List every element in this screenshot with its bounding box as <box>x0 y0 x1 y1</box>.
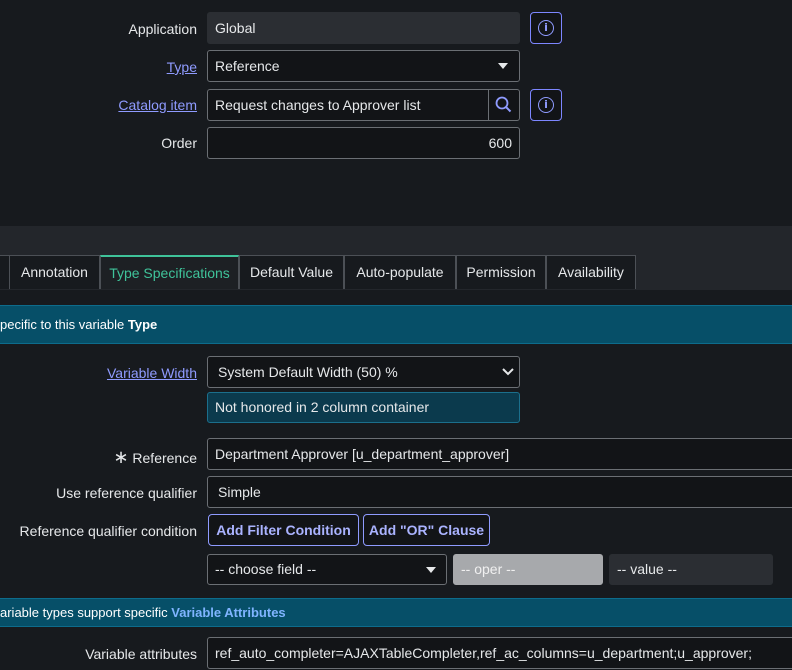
catalog-item-info-button[interactable]: i <box>530 89 562 121</box>
use-ref-qualifier-label: Use reference qualifier <box>56 485 197 501</box>
order-input[interactable]: 600 <box>207 127 520 159</box>
application-field: Global <box>207 12 520 44</box>
tab-bar: Annotation Type Specifications Default V… <box>0 226 792 290</box>
variable-width-select[interactable]: System Default Width (50) % <box>207 356 520 388</box>
catalog-item-lookup-button[interactable] <box>488 89 520 121</box>
tab-type-specifications[interactable]: Type Specifications <box>100 255 239 289</box>
value-input[interactable]: -- value -- <box>609 554 773 585</box>
application-info-button[interactable]: i <box>530 12 562 44</box>
oper-select[interactable]: -- oper -- <box>453 554 603 585</box>
tab-auto-populate[interactable]: Auto-populate <box>344 255 456 289</box>
tab-permission[interactable]: Permission <box>456 255 546 289</box>
variable-width-value: System Default Width (50) % <box>218 364 398 380</box>
chevron-down-icon <box>426 567 436 573</box>
type-label-link[interactable]: Type <box>167 59 197 75</box>
required-icon: ∗ <box>113 447 129 467</box>
type-banner-bold: Type <box>127 317 158 332</box>
chevron-down-icon <box>502 368 514 376</box>
choose-field-value: -- choose field -- <box>215 561 317 577</box>
tab-availability[interactable]: Availability <box>546 255 636 289</box>
variable-attributes-input[interactable]: ref_auto_completer=AJAXTableCompleter,re… <box>207 637 792 669</box>
add-or-clause-button[interactable]: Add "OR" Clause <box>363 514 490 546</box>
reference-label: ∗ Reference <box>113 447 197 468</box>
tab-annotation[interactable]: Annotation <box>9 255 100 289</box>
type-banner-text: pecific to this variable <box>0 317 128 332</box>
attributes-banner-text: ariable types support specific <box>0 605 172 620</box>
type-select[interactable]: Reference <box>207 50 520 82</box>
variable-width-label-link[interactable]: Variable Width <box>107 365 197 381</box>
tab-default-value[interactable]: Default Value <box>239 255 344 289</box>
variable-attributes-link[interactable]: Variable Attributes <box>171 605 285 620</box>
reference-input[interactable]: Department Approver [u_department_approv… <box>207 438 792 470</box>
attributes-section-banner: ariable types support specific Variable … <box>0 598 792 627</box>
order-label: Order <box>161 135 197 151</box>
use-ref-qualifier-select[interactable]: Simple <box>207 476 792 508</box>
catalog-item-input[interactable]: Request changes to Approver list <box>207 89 490 121</box>
info-icon: i <box>538 20 554 36</box>
add-filter-condition-button[interactable]: Add Filter Condition <box>208 514 359 546</box>
type-select-value: Reference <box>215 58 280 74</box>
reference-label-text: Reference <box>132 450 197 466</box>
chevron-down-icon <box>498 63 508 69</box>
ref-qual-condition-label: Reference qualifier condition <box>19 523 197 539</box>
choose-field-select[interactable]: -- choose field -- <box>207 554 447 585</box>
search-icon <box>495 96 512 113</box>
variable-attributes-label: Variable attributes <box>85 646 197 662</box>
catalog-item-label-link[interactable]: Catalog item <box>118 97 197 113</box>
variable-width-note: Not honored in 2 column container <box>207 392 520 423</box>
application-label: Application <box>128 21 198 37</box>
type-section-banner: pecific to this variable Type <box>0 305 792 344</box>
info-icon: i <box>538 97 554 113</box>
